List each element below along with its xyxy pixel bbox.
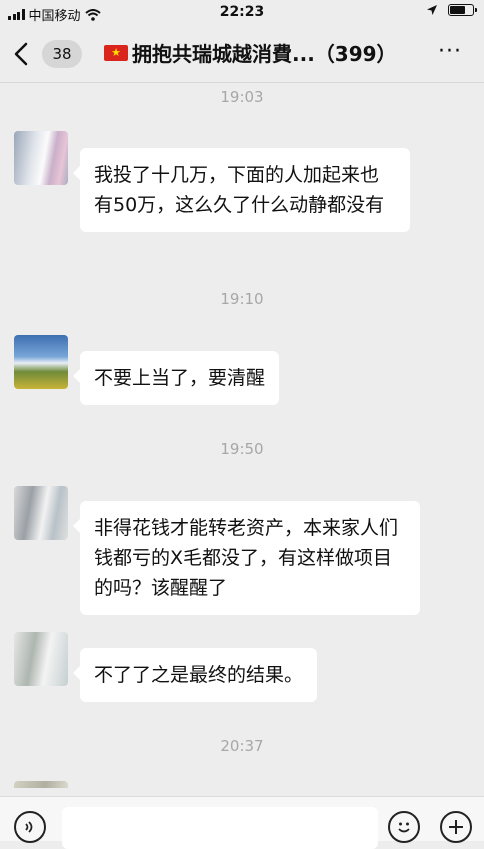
chat-header: 38 ★ 拥抱共瑞城越消費...（399） ··· — [0, 26, 484, 83]
vietnam-flag-icon: ★ — [104, 45, 128, 61]
timestamp: 20:37 — [220, 737, 264, 755]
message-bubble[interactable]: 不要上当了，要清醒 — [72, 351, 280, 405]
more-options-button[interactable]: ··· — [438, 39, 462, 64]
emoji-icon — [398, 822, 410, 833]
timestamp: 19:03 — [220, 88, 264, 106]
status-time: 22:23 — [219, 4, 265, 20]
plus-button[interactable] — [440, 811, 472, 843]
message-bubble[interactable]: 我投了十几万，下面的人加起来也有50万，这么久了什么动静都没有 — [73, 148, 410, 232]
chat-title: 拥抱共瑞城越消費...（399） — [132, 42, 397, 66]
message-bubble[interactable]: 非得花钱才能转老资产，本来家人们钱都亏的X毛都没了，有这样做项目的吗？该醒醒了 — [73, 501, 420, 615]
plus-icon — [449, 820, 463, 834]
battery-level — [450, 6, 465, 14]
voice-button[interactable] — [14, 811, 46, 843]
avatar[interactable] — [14, 131, 68, 185]
chevron-left-icon — [14, 42, 28, 66]
battery-icon — [448, 4, 477, 16]
message-input[interactable] — [62, 807, 378, 849]
timestamp: 19:50 — [220, 440, 264, 458]
avatar[interactable] — [14, 335, 68, 389]
chat-messages[interactable]: 19:03 我投了十几万，下面的人加起来也有50万，这么久了什么动静都没有 19… — [0, 83, 484, 788]
avatar[interactable] — [14, 781, 68, 788]
avatar[interactable] — [14, 632, 68, 686]
emoji-button[interactable] — [388, 811, 420, 843]
status-right — [426, 4, 477, 16]
avatar[interactable] — [14, 486, 68, 540]
voice-icon — [25, 821, 33, 833]
location-arrow-icon — [427, 5, 437, 15]
timestamp: 19:10 — [220, 290, 264, 308]
message-bubble[interactable]: 不了了之是最终的结果。 — [72, 648, 318, 702]
input-bar — [0, 796, 484, 849]
status-bar: 中国移动 22:23 — [0, 0, 484, 26]
back-button[interactable] — [14, 38, 28, 73]
unread-count-badge[interactable]: 38 — [42, 40, 82, 68]
